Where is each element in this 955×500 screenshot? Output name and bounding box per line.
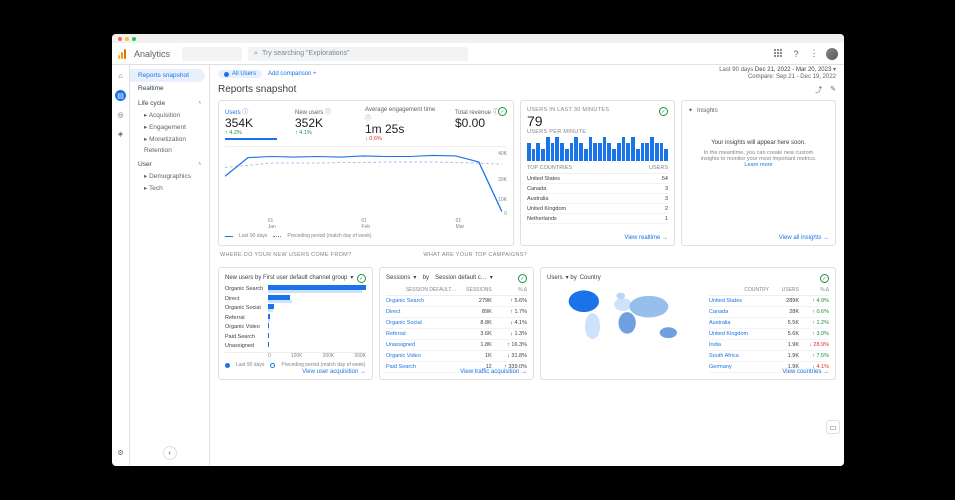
view-traffic-link[interactable]: View traffic acquisition → — [460, 369, 527, 375]
share-icon[interactable]: ⤴ — [815, 85, 822, 95]
traffic-max[interactable] — [132, 37, 136, 41]
bar-row: Organic Social — [225, 304, 366, 312]
table-row[interactable]: Canada3 — [527, 184, 668, 194]
page-title: Reports snapshot — [218, 84, 296, 95]
table-row[interactable]: Organic Video1K↓ 31.8% — [386, 351, 527, 362]
view-insights-link[interactable]: View all insights → — [779, 235, 829, 241]
rail-admin-icon[interactable]: ⚙ — [115, 447, 126, 458]
learn-more-link[interactable]: Learn more — [744, 162, 772, 168]
nav-demographics[interactable]: ▸ Demographics — [130, 170, 209, 182]
nav-acquisition[interactable]: ▸ Acquisition — [130, 109, 209, 121]
table-row[interactable]: India1.9K↓ 28.9% — [709, 340, 829, 351]
nav-collapse-button[interactable]: ‹ — [163, 446, 177, 460]
metric-average-engagement-time[interactable]: Average engagement time ⓘ1m 25s↓ 0.6% — [365, 107, 437, 142]
nav-section-lifecycle[interactable]: Life cycle˄ — [130, 95, 209, 109]
mac-titlebar — [112, 34, 844, 43]
left-rail: ⌂ ▤ ◎ ◈ ⚙ — [112, 65, 130, 466]
dimension-picker[interactable]: Users ▾ by Country — [547, 274, 829, 281]
traffic-close[interactable] — [118, 37, 122, 41]
bar-row: Paid Search — [225, 333, 366, 341]
table-row[interactable]: United Kingdom5.6K↑ 3.0% — [709, 329, 829, 340]
app-window: Analytics ⌕ Try searching "Explorations"… — [112, 34, 844, 466]
more-icon[interactable]: ⋮ — [808, 48, 820, 60]
users-by-country-card: ✓ Users ▾ by Country — [540, 267, 836, 380]
left-nav: Reports snapshot Realtime Life cycle˄ ▸ … — [130, 65, 210, 466]
nav-retention[interactable]: Retention — [130, 145, 209, 156]
realtime-card: ✓ USERS IN LAST 30 MINUTES 79 USERS PER … — [520, 100, 675, 246]
table-row[interactable]: Netherlands1 — [527, 214, 668, 224]
nav-engagement[interactable]: ▸ Engagement — [130, 121, 209, 133]
table-row[interactable]: Referral3.6K↓ 1.3% — [386, 329, 527, 340]
metric-users[interactable]: Users ⓘ354K↑ 4.2% — [225, 107, 277, 140]
table-row[interactable]: South Africa1.9K↑ 7.5% — [709, 351, 829, 362]
view-countries-link[interactable]: View countries → — [782, 369, 829, 375]
realtime-bar-chart — [527, 137, 668, 161]
customize-icon[interactable]: ✎ — [830, 85, 836, 95]
check-icon: ✓ — [820, 274, 829, 283]
table-row[interactable]: Australia3 — [527, 194, 668, 204]
insights-card: ✦Insights Your insights will appear here… — [681, 100, 836, 246]
add-comparison-button[interactable]: Add comparison + — [268, 71, 317, 77]
section-header: WHAT ARE YOUR TOP CAMPAIGNS? — [423, 252, 836, 258]
section-header: WHERE DO YOUR NEW USERS COME FROM? — [220, 252, 415, 258]
apps-icon[interactable] — [772, 48, 784, 60]
bar-row: Referral — [225, 314, 366, 322]
view-realtime-link[interactable]: View realtime → — [624, 235, 668, 241]
app-header: Analytics ⌕ Try searching "Explorations"… — [112, 43, 844, 65]
table-row[interactable]: Canada28K↑ 0.6% — [709, 307, 829, 318]
search-icon: ⌕ — [254, 50, 258, 58]
metric-new-users[interactable]: New users ⓘ352K↑ 4.1% — [295, 107, 347, 136]
nav-realtime[interactable]: Realtime — [130, 82, 209, 95]
product-name: Analytics — [134, 49, 170, 59]
search-placeholder: Try searching "Explorations" — [262, 50, 350, 57]
help-icon[interactable]: ? — [790, 48, 802, 60]
account-picker[interactable] — [182, 47, 242, 61]
table-row[interactable]: United Kingdom2 — [527, 204, 668, 214]
chevron-up-icon: ˄ — [198, 161, 201, 168]
main-content: All Users Add comparison + Last 90 days … — [210, 65, 844, 466]
table-row[interactable]: Organic Search279K↑ 5.6% — [386, 296, 527, 307]
world-map — [547, 285, 703, 350]
check-icon: ✓ — [357, 274, 366, 283]
analytics-logo-icon — [118, 49, 128, 59]
view-acquisition-link[interactable]: View user acquisition → — [302, 369, 366, 375]
bar-row: Unassigned — [225, 342, 366, 350]
bar-row: Organic Search — [225, 285, 366, 293]
avatar[interactable] — [826, 48, 838, 60]
campaigns-card: ✓ Sessions ▾ bySession default c… ▾ SESS… — [379, 267, 534, 380]
dimension-picker[interactable]: Sessions ▾ bySession default c… ▾ — [386, 274, 527, 281]
search-input[interactable]: ⌕ Try searching "Explorations" — [248, 47, 468, 61]
table-row[interactable]: Direct89K↑ 1.7% — [386, 307, 527, 318]
table-row[interactable]: United States54 — [527, 174, 668, 184]
nav-monetization[interactable]: ▸ Monetization — [130, 133, 209, 145]
rail-reports-icon[interactable]: ▤ — [115, 90, 126, 101]
comparison-chip[interactable]: All Users — [218, 70, 262, 78]
insights-icon: ✦ — [688, 107, 693, 114]
nav-tech[interactable]: ▸ Tech — [130, 182, 209, 194]
date-range-picker[interactable]: Last 90 days Dec 21, 2022 - Mar 20, 2023… — [719, 67, 836, 81]
line-chart: 40K 20K 10K 0 — [225, 151, 507, 217]
check-icon: ✓ — [518, 274, 527, 283]
realtime-value: 79 — [527, 113, 668, 129]
table-row[interactable]: United States289K↑ 4.9% — [709, 296, 829, 307]
table-row[interactable]: Organic Social8.8K↓ 4.1% — [386, 318, 527, 329]
metrics-card: ✓ Users ⓘ354K↑ 4.2% New users ⓘ352K↑ 4.1%… — [218, 100, 514, 246]
nav-reports-snapshot[interactable]: Reports snapshot — [130, 69, 205, 82]
table-row[interactable]: Australia5.5K↑ 1.2% — [709, 318, 829, 329]
nav-section-user[interactable]: User˄ — [130, 156, 209, 170]
chevron-up-icon: ˄ — [198, 100, 201, 107]
bar-row: Direct — [225, 295, 366, 303]
acquisition-card: ✓ New users by First user default channe… — [218, 267, 373, 380]
feedback-button[interactable]: ▭ — [826, 420, 840, 434]
traffic-min[interactable] — [125, 37, 129, 41]
check-icon: ✓ — [659, 107, 668, 116]
check-icon: ✓ — [498, 107, 507, 116]
dimension-picker[interactable]: New users by First user default channel … — [225, 274, 366, 281]
bar-row: Organic Video — [225, 323, 366, 331]
table-row[interactable]: Unassigned1.8K↑ 16.3% — [386, 340, 527, 351]
rail-explore-icon[interactable]: ◎ — [115, 109, 126, 120]
rail-home-icon[interactable]: ⌂ — [115, 71, 126, 82]
rail-advertising-icon[interactable]: ◈ — [115, 128, 126, 139]
